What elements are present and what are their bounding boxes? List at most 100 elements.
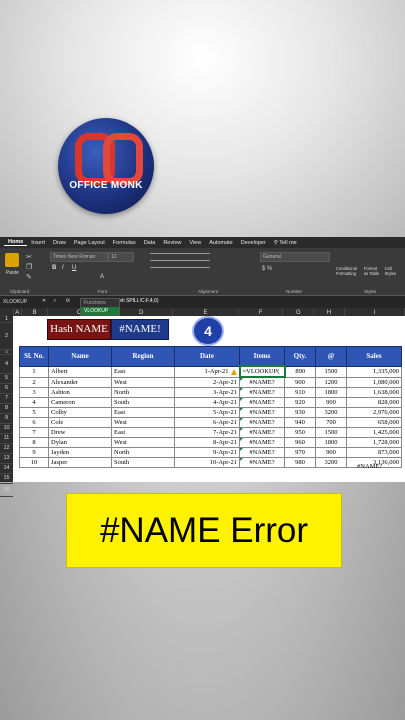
cell-region[interactable]: East: [111, 407, 175, 418]
cell-at[interactable]: 700: [315, 417, 347, 428]
cell-region[interactable]: North: [111, 447, 175, 458]
cell-sales[interactable]: 1,638,000: [346, 387, 402, 398]
header-sl-no[interactable]: Sl. No.: [19, 346, 49, 367]
row-header-10[interactable]: 10: [0, 424, 13, 434]
cell-name[interactable]: Dylan: [48, 437, 112, 448]
row-header-6[interactable]: 6: [0, 384, 13, 394]
cell-date[interactable]: 3-Apr-21: [174, 387, 240, 398]
cell-sl-no[interactable]: 10: [19, 457, 49, 468]
cell-sl-no[interactable]: 7: [19, 427, 49, 438]
header-at[interactable]: @: [315, 346, 347, 367]
row-header-12[interactable]: 12: [0, 444, 13, 454]
header-qty[interactable]: Qty.: [284, 346, 316, 367]
header-items[interactable]: Items: [239, 346, 285, 367]
cell-name[interactable]: Jayden: [48, 447, 112, 458]
cell-name[interactable]: Drew: [48, 427, 112, 438]
cell-date[interactable]: 8-Apr-21: [174, 437, 240, 448]
cell-qty[interactable]: 980: [284, 457, 316, 468]
cell-qty[interactable]: 960: [284, 437, 316, 448]
row-header-15[interactable]: 15: [0, 474, 13, 484]
cell-region[interactable]: North: [111, 387, 175, 398]
format-as-table-button[interactable]: Format as Table: [364, 266, 381, 276]
cell-sl-no[interactable]: 9: [19, 447, 49, 458]
copy-icon[interactable]: ❐: [26, 263, 32, 271]
cell-qty[interactable]: 950: [284, 427, 316, 438]
tab-draw[interactable]: Draw: [49, 240, 70, 246]
paste-label[interactable]: Paste: [6, 270, 19, 276]
cell-qty[interactable]: 930: [284, 407, 316, 418]
align-left-icon[interactable]: [150, 267, 210, 268]
font-color-icon[interactable]: A: [100, 274, 104, 280]
cell-items[interactable]: #NAME?: [239, 457, 285, 468]
format-painter-icon[interactable]: ✎: [26, 273, 32, 281]
conditional-formatting-button[interactable]: Conditional Formatting: [336, 266, 360, 276]
cell-at[interactable]: 1500: [315, 427, 347, 438]
row-header-13[interactable]: 13: [0, 454, 13, 464]
row-header-16[interactable]: 16: [0, 484, 13, 497]
tab-automate[interactable]: Automate: [205, 240, 237, 246]
tab-home[interactable]: Home: [4, 239, 28, 246]
cell-at[interactable]: 1500: [315, 365, 347, 378]
cell-sl-no[interactable]: 6: [19, 417, 49, 428]
tab-page-layout[interactable]: Page Layout: [70, 240, 109, 246]
confirm-icon[interactable]: ✓: [53, 298, 57, 304]
cell-sl-no[interactable]: 5: [19, 407, 49, 418]
cell-region[interactable]: East: [111, 427, 175, 438]
cell-name[interactable]: Cole: [48, 417, 112, 428]
row-header-14[interactable]: 14: [0, 464, 13, 474]
cell-sales[interactable]: 873,000: [346, 447, 402, 458]
row-header-8[interactable]: 8: [0, 404, 13, 414]
header-sales[interactable]: Sales: [346, 346, 402, 367]
cell-at[interactable]: 900: [315, 397, 347, 408]
cell-at[interactable]: 3200: [315, 407, 347, 418]
cell-styles-button[interactable]: Cell Styles: [385, 266, 396, 276]
row-header-11[interactable]: 11: [0, 434, 13, 444]
cancel-icon[interactable]: ✕: [42, 298, 46, 304]
cell-sl-no[interactable]: 1: [19, 365, 49, 378]
cell-sales[interactable]: 1,335,000: [346, 365, 402, 378]
cut-icon[interactable]: ✂: [26, 253, 32, 261]
cell-items-active[interactable]: =VLOOKUP(: [238, 365, 286, 378]
align-middle-icon[interactable]: [150, 260, 210, 261]
cell-date[interactable]: 10-Apr-21: [174, 457, 240, 468]
cell-date[interactable]: 2-Apr-21: [174, 376, 240, 388]
tab-insert[interactable]: Insert: [27, 240, 49, 246]
bold-icon[interactable]: B: [52, 265, 56, 271]
cell-items[interactable]: #NAME?: [239, 397, 285, 408]
number-format-select[interactable]: General: [260, 252, 330, 262]
cell-qty[interactable]: 900: [284, 376, 316, 388]
cell-at[interactable]: 900: [315, 447, 347, 458]
cell-region[interactable]: South: [111, 457, 175, 468]
cell-at[interactable]: 1800: [315, 387, 347, 398]
cell-items[interactable]: #NAME?: [239, 437, 285, 448]
cell-sales[interactable]: 828,000: [346, 397, 402, 408]
row-header-4[interactable]: 4: [0, 355, 13, 374]
cell-region[interactable]: East: [111, 365, 175, 378]
cell-name[interactable]: Albert: [48, 365, 112, 378]
header-date[interactable]: Date: [174, 346, 240, 367]
cell-items[interactable]: #NAME?: [239, 407, 285, 418]
cell-sl-no[interactable]: 4: [19, 397, 49, 408]
name-box[interactable]: XLOOKUP: [0, 299, 41, 305]
cell-items[interactable]: #NAME?: [239, 376, 285, 388]
row-header-5[interactable]: 5: [0, 374, 13, 384]
cell-date[interactable]: 6-Apr-21: [174, 417, 240, 428]
cell-sl-no[interactable]: 8: [19, 437, 49, 448]
cell-sales[interactable]: 2,976,000: [346, 407, 402, 418]
cell-at[interactable]: 1200: [315, 376, 347, 388]
row-header-1[interactable]: 1: [0, 316, 13, 323]
align-top-icon[interactable]: [150, 253, 210, 254]
cell-date[interactable]: 5-Apr-21: [174, 407, 240, 418]
cell-sales[interactable]: 658,000: [346, 417, 402, 428]
cell-date[interactable]: 1-Apr-21: [174, 365, 240, 378]
cell-sales[interactable]: 1,425,000: [346, 427, 402, 438]
row-header-7[interactable]: 7: [0, 394, 13, 404]
cell-name[interactable]: Alexander: [48, 376, 112, 388]
cell-date[interactable]: 4-Apr-21: [174, 397, 240, 408]
cell-sl-no[interactable]: 3: [19, 387, 49, 398]
autocomplete-option-vlookup[interactable]: VLOOKUP: [81, 307, 119, 315]
cell-at[interactable]: 3200: [315, 457, 347, 468]
cell-sales[interactable]: 1,080,000: [346, 376, 402, 388]
header-name[interactable]: Name: [48, 346, 112, 367]
cell-date[interactable]: 7-Apr-21: [174, 427, 240, 438]
